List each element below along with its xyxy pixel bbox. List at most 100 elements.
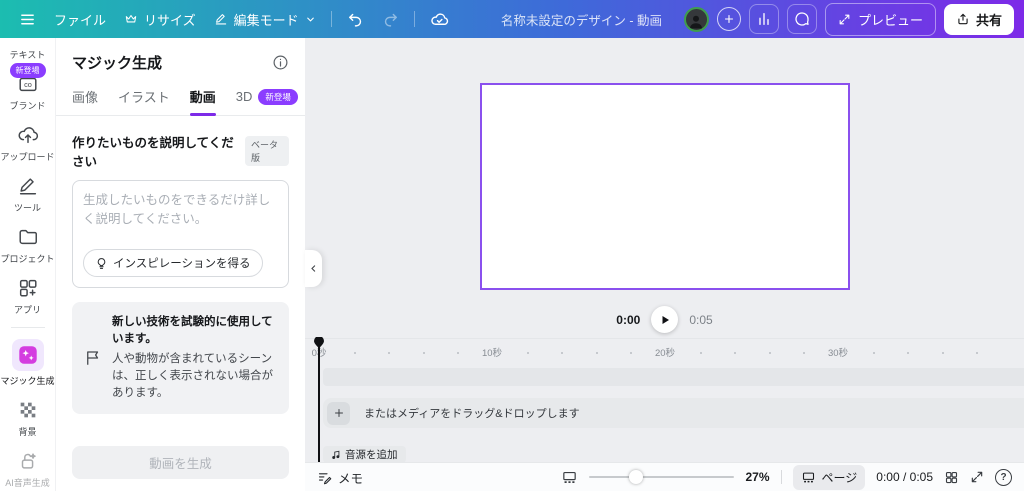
sidebar-item-tools[interactable]: ツール	[0, 174, 55, 214]
sidebar-item-brand[interactable]: 新登場coブランド	[0, 72, 55, 112]
magic-icon	[12, 339, 44, 371]
sidebar-item-text[interactable]: テキスト	[0, 48, 55, 61]
preview-label: プレビュー	[858, 10, 923, 29]
add-audio-button[interactable]: 音源を追加	[323, 446, 406, 463]
ruler-tick	[354, 352, 356, 354]
ruler-tick	[388, 352, 390, 354]
chevron-down-icon	[305, 14, 316, 25]
zoom-slider-thumb[interactable]	[629, 470, 643, 484]
insights-button[interactable]	[749, 4, 779, 34]
cloud-save-status[interactable]	[421, 4, 458, 35]
notes-label: メモ	[338, 468, 363, 487]
ruler-tick	[561, 352, 563, 354]
lightbulb-icon	[95, 257, 108, 270]
upload-icon	[16, 123, 40, 147]
design-title[interactable]: 名称未設定のデザイン - 動画	[501, 10, 662, 29]
comments-button[interactable]	[787, 4, 817, 34]
timeline-ruler[interactable]: 0秒10秒20秒30秒	[305, 341, 1024, 361]
sidebar-item-label: ツール	[14, 201, 41, 214]
crown-icon	[124, 12, 138, 26]
ruler-label: 30秒	[828, 345, 848, 359]
top-toolbar: ファイル リサイズ 編集モード 名称未設定のデザイン - 動画	[0, 0, 1024, 38]
design-page[interactable]	[480, 83, 850, 290]
editor-area: 0:00 0:05 0秒10秒20秒30秒 またはメディアをドラッグ&ドロップし…	[305, 38, 1024, 491]
prompt-input[interactable]	[83, 191, 278, 247]
panel-collapse-handle[interactable]	[305, 250, 322, 287]
duration-display: 0:00 / 0:05	[876, 470, 933, 484]
generate-video-button[interactable]: 動画を生成	[72, 446, 289, 479]
notice-body: 人や動物が含まれているシーンは、正しく表示されない場合があります。	[112, 351, 277, 403]
grid-view-button[interactable]	[944, 470, 959, 485]
ruler-tick	[700, 352, 702, 354]
sidebar-item-label: アプリ	[14, 303, 41, 316]
sidebar-item-label: ブランド	[9, 99, 45, 112]
timeline-view-icon[interactable]	[561, 469, 578, 486]
tab-動画[interactable]: 動画	[190, 87, 216, 115]
sidebar-item-label: テキスト	[10, 48, 46, 61]
tab-イラスト[interactable]: イラスト	[118, 87, 170, 115]
sidebar-item-apps[interactable]: アプリ	[0, 276, 55, 316]
zoom-percent: 27%	[745, 470, 769, 484]
comments-icon	[794, 11, 810, 27]
pages-button[interactable]: ページ	[793, 465, 866, 490]
new-badge: 新登場	[10, 63, 46, 78]
drop-zone-label: またはメディアをドラッグ&ドロップします	[364, 405, 580, 421]
background-icon	[16, 398, 40, 422]
info-button[interactable]	[272, 54, 289, 71]
inspiration-button[interactable]: インスピレーションを得る	[83, 249, 263, 277]
tab-画像[interactable]: 画像	[72, 87, 98, 115]
ruler-tick	[873, 352, 875, 354]
file-menu-label: ファイル	[54, 10, 106, 29]
file-menu-button[interactable]: ファイル	[45, 4, 115, 35]
sidebar-item-background[interactable]: 背景	[0, 398, 55, 438]
sidebar-rail: テキスト新登場coブランドアップロードツールプロジェクトアプリマジック生成背景 A…	[0, 38, 55, 491]
music-note-icon	[331, 450, 341, 460]
zoom-slider[interactable]	[589, 470, 734, 484]
resize-button[interactable]: リサイズ	[115, 4, 205, 35]
avatar[interactable]	[684, 7, 709, 32]
edit-mode-label: 編集モード	[234, 10, 299, 29]
cloud-check-icon	[430, 10, 449, 29]
tab-3D[interactable]: 3D新登場	[236, 87, 298, 115]
notes-button[interactable]: メモ	[317, 468, 363, 487]
notice-title: 新しい技術を試験的に使用しています。	[112, 314, 277, 349]
sidebar-item-magic[interactable]: マジック生成	[0, 339, 55, 387]
sidebar-item-projects[interactable]: プロジェクト	[0, 225, 55, 265]
sidebar-item-label: 背景	[18, 425, 36, 438]
zoom-slider-track	[589, 476, 734, 478]
fullscreen-button[interactable]	[970, 470, 984, 484]
sidebar-item-uploads[interactable]: アップロード	[0, 123, 55, 163]
preview-button[interactable]: プレビュー	[825, 3, 936, 36]
experimental-notice: 新しい技術を試験的に使用しています。 人や動物が含まれているシーンは、正しく表示…	[72, 302, 289, 414]
media-drop-zone[interactable]: またはメディアをドラッグ&ドロップします	[323, 398, 1024, 428]
hamburger-icon	[19, 11, 36, 28]
ruler-tick	[942, 352, 944, 354]
grid-icon	[944, 470, 959, 485]
rail-divider	[11, 327, 45, 328]
undo-icon	[347, 11, 364, 28]
add-media-button[interactable]	[327, 402, 350, 425]
add-member-button[interactable]	[717, 7, 741, 31]
plus-icon	[333, 407, 345, 419]
hamburger-menu-button[interactable]	[10, 5, 45, 34]
video-track[interactable]	[323, 368, 1024, 386]
panel-title: マジック生成	[72, 52, 162, 73]
redo-button[interactable]	[373, 5, 408, 34]
prompt-label: 作りたいものを説明してください	[72, 132, 238, 170]
play-icon	[659, 314, 671, 326]
folder-icon	[16, 225, 40, 249]
play-button[interactable]	[651, 306, 678, 333]
pages-label: ページ	[822, 469, 858, 486]
share-button[interactable]: 共有	[944, 4, 1014, 35]
new-badge: 新登場	[258, 89, 298, 105]
chevron-left-icon	[309, 264, 318, 273]
sidebar-item-ai-voice[interactable]: AI音声生成	[0, 449, 55, 489]
help-button[interactable]: ?	[995, 469, 1012, 486]
playhead-line[interactable]	[318, 347, 320, 463]
pen-icon	[16, 174, 40, 198]
edit-mode-button[interactable]: 編集モード	[205, 4, 325, 35]
apps-icon	[16, 276, 40, 300]
add-member-icon	[723, 13, 735, 25]
undo-button[interactable]	[338, 5, 373, 34]
ruler-label: 20秒	[655, 345, 675, 359]
